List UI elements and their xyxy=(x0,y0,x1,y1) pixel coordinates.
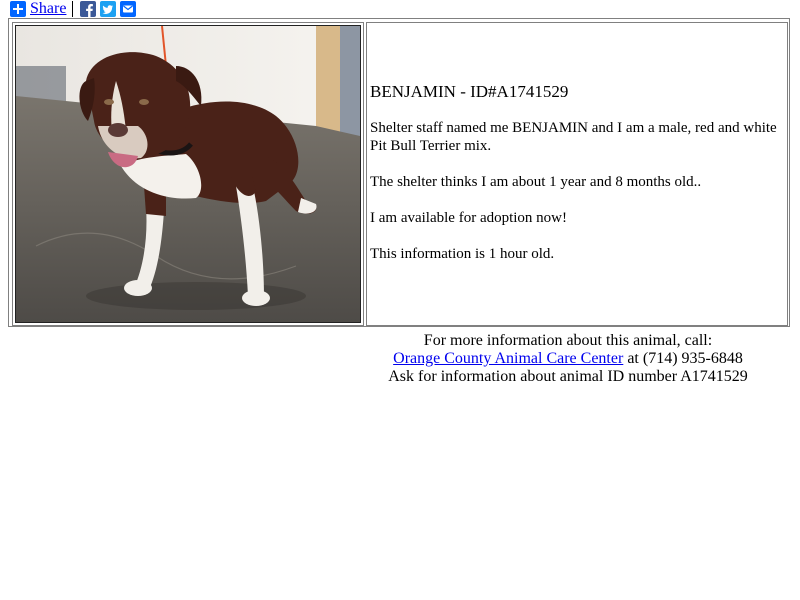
twitter-icon[interactable] xyxy=(100,1,117,17)
animal-photo xyxy=(15,25,361,323)
info-freshness: This information is 1 hour old. xyxy=(370,246,555,262)
info-cell: BENJAMIN - ID#A1741529 Shelter staff nam… xyxy=(366,22,788,326)
shelter-phone: at (714) 935-6848 xyxy=(623,350,743,367)
contact-ask: Ask for information about animal ID numb… xyxy=(388,368,748,385)
animal-info: BENJAMIN - ID#A1741529 Shelter staff nam… xyxy=(370,83,780,281)
contact-shelter-line: Orange County Animal Care Center at (714… xyxy=(366,350,770,368)
facebook-icon[interactable] xyxy=(80,1,97,17)
animal-title: BENJAMIN - ID#A1741529 xyxy=(370,82,569,101)
share-toolbar: Share xyxy=(10,0,140,18)
animal-age: The shelter thinks I am about 1 year and… xyxy=(370,174,702,190)
share-link[interactable]: Share xyxy=(30,0,66,18)
contact-info: For more information about this animal, … xyxy=(366,332,770,386)
share-divider xyxy=(72,1,74,17)
photo-cell xyxy=(12,22,364,326)
shelter-link[interactable]: Orange County Animal Care Center xyxy=(393,350,623,367)
animal-card: BENJAMIN - ID#A1741529 Shelter staff nam… xyxy=(8,18,790,327)
animal-availability: I am available for adoption now! xyxy=(370,210,568,226)
dog-photo-illustration xyxy=(16,26,360,322)
contact-intro: For more information about this animal, … xyxy=(423,332,713,349)
share-plus-icon[interactable] xyxy=(10,1,26,17)
email-icon[interactable] xyxy=(120,1,137,17)
animal-description: Shelter staff named me BENJAMIN and I am… xyxy=(370,120,777,154)
